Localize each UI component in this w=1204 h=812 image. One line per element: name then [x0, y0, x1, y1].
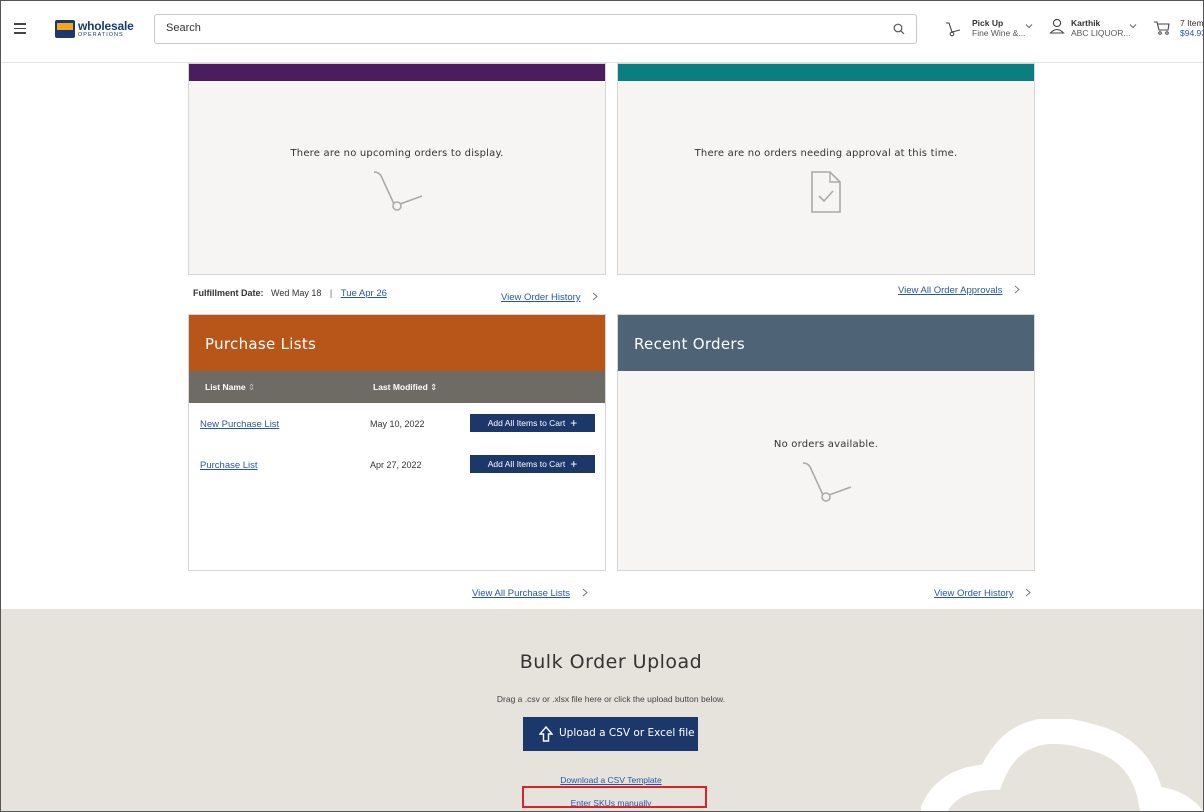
approved-document-icon: [811, 171, 841, 213]
pickup-store: Fine Wine &...: [972, 28, 1026, 38]
fulfillment-date-row: Fulfillment Date: Wed May 18 | Tue Apr 2…: [193, 288, 387, 299]
cart-item-count: 7 Items: [1180, 18, 1204, 28]
alternate-date-link[interactable]: Tue Apr 26: [341, 288, 387, 299]
pickup-cart-icon: [946, 22, 961, 37]
view-all-order-approvals-link[interactable]: View All Order Approvals: [898, 285, 1002, 296]
view-order-history-link[interactable]: View Order History: [934, 588, 1014, 599]
shopping-cart-icon: [1154, 21, 1170, 35]
hamburger-menu-icon[interactable]: [14, 23, 26, 35]
search-icon[interactable]: [893, 23, 905, 35]
add-all-items-to-cart-button[interactable]: Add All Items to Cart +: [470, 414, 595, 432]
table-row: Purchase List Apr 27, 2022 Add All Items…: [189, 445, 605, 485]
fulfillment-label: Fulfillment Date:: [193, 288, 264, 298]
download-csv-template-link[interactable]: Download a CSV Template: [560, 775, 661, 785]
pickup-selector[interactable]: Pick Up Fine Wine &...: [945, 18, 1035, 48]
chevron-right-icon: [582, 588, 588, 597]
cart-button[interactable]: 7 Items $94.93: [1153, 18, 1204, 48]
add-all-items-to-cart-button[interactable]: Add All Items to Cart +: [470, 455, 595, 473]
plcb-logo[interactable]: wholesale OPERATIONS: [55, 19, 134, 42]
list-modified-date: Apr 27, 2022: [370, 460, 422, 470]
upload-file-button[interactable]: Upload a CSV or Excel file: [523, 717, 698, 751]
top-header: wholesale OPERATIONS Pick Up Fine Wine &…: [1, 1, 1204, 63]
upcoming-orders-empty-message: There are no upcoming orders to display.: [290, 148, 504, 159]
purchase-lists-title: Purchase Lists: [205, 335, 317, 353]
recent-orders-title: Recent Orders: [634, 335, 745, 353]
logo-subtext: OPERATIONS: [78, 32, 124, 38]
bulk-upload-instructions: Drag a .csv or .xlsx file here or click …: [496, 694, 726, 704]
purchase-lists-table-header: List Name ⇕ Last Modified ⇕: [189, 371, 605, 403]
view-all-purchase-lists-link[interactable]: View All Purchase Lists: [472, 588, 570, 599]
bulk-order-upload-section[interactable]: Bulk Order Upload Drag a .csv or .xlsx f…: [1, 609, 1203, 811]
user-icon: [1049, 18, 1065, 34]
cart-total: $94.93: [1180, 28, 1204, 38]
bulk-upload-title: Bulk Order Upload: [519, 651, 703, 673]
chevron-right-icon: [592, 292, 598, 301]
purchase-lists-footer: View All Purchase Lists: [472, 583, 588, 601]
highlight-box: [522, 786, 707, 808]
purchase-lists-card: Purchase Lists List Name ⇕ Last Modified…: [188, 314, 606, 571]
logo-mark: [55, 20, 75, 38]
column-header-last-modified[interactable]: Last Modified ⇕: [373, 382, 437, 393]
recent-orders-footer: View Order History: [934, 583, 1031, 601]
chevron-down-icon: [1025, 24, 1033, 29]
page-frame: wholesale OPERATIONS Pick Up Fine Wine &…: [0, 0, 1204, 812]
order-approvals-card: There are no orders needing approval at …: [617, 63, 1035, 275]
account-store: ABC LIQUOR...: [1071, 28, 1131, 38]
pickup-title: Pick Up: [972, 18, 1004, 28]
approvals-footer: View All Order Approvals: [898, 280, 1020, 298]
upcoming-orders-header: [189, 64, 605, 81]
account-name: Karthik: [1071, 18, 1101, 28]
view-order-history-link[interactable]: View Order History: [501, 292, 581, 303]
upload-button-label: Upload a CSV or Excel file: [559, 727, 695, 739]
fulfillment-separator: |: [329, 288, 333, 298]
chevron-right-icon: [1025, 588, 1031, 597]
account-selector[interactable]: Karthik ABC LIQUOR...: [1049, 18, 1139, 48]
approvals-empty-message: There are no orders needing approval at …: [694, 148, 958, 159]
purchase-lists-header: Purchase Lists: [189, 315, 605, 371]
chevron-down-icon: [1129, 24, 1137, 29]
hand-truck-icon: [802, 462, 852, 502]
upcoming-orders-footer: View Order History: [501, 287, 598, 305]
recent-orders-card: Recent Orders No orders available.: [617, 314, 1035, 571]
purchase-list-link[interactable]: Purchase List: [200, 460, 258, 471]
chevron-right-icon: [1014, 285, 1020, 294]
upcoming-orders-card: There are no upcoming orders to display.: [188, 63, 606, 275]
search-box: [154, 14, 917, 44]
table-row: New Purchase List May 10, 2022 Add All I…: [189, 404, 605, 444]
hand-truck-icon: [373, 171, 423, 211]
upload-arrow-icon: [539, 726, 553, 742]
column-header-list-name[interactable]: List Name ⇕: [205, 382, 255, 393]
list-modified-date: May 10, 2022: [370, 419, 425, 429]
purchase-list-link[interactable]: New Purchase List: [200, 419, 279, 430]
recent-orders-header: Recent Orders: [618, 315, 1034, 371]
fulfillment-date: Wed May 18: [271, 288, 322, 298]
order-approvals-header: [618, 64, 1034, 81]
recent-orders-empty-message: No orders available.: [773, 439, 879, 450]
logo-text: wholesale: [78, 19, 134, 33]
search-input[interactable]: [166, 22, 866, 34]
